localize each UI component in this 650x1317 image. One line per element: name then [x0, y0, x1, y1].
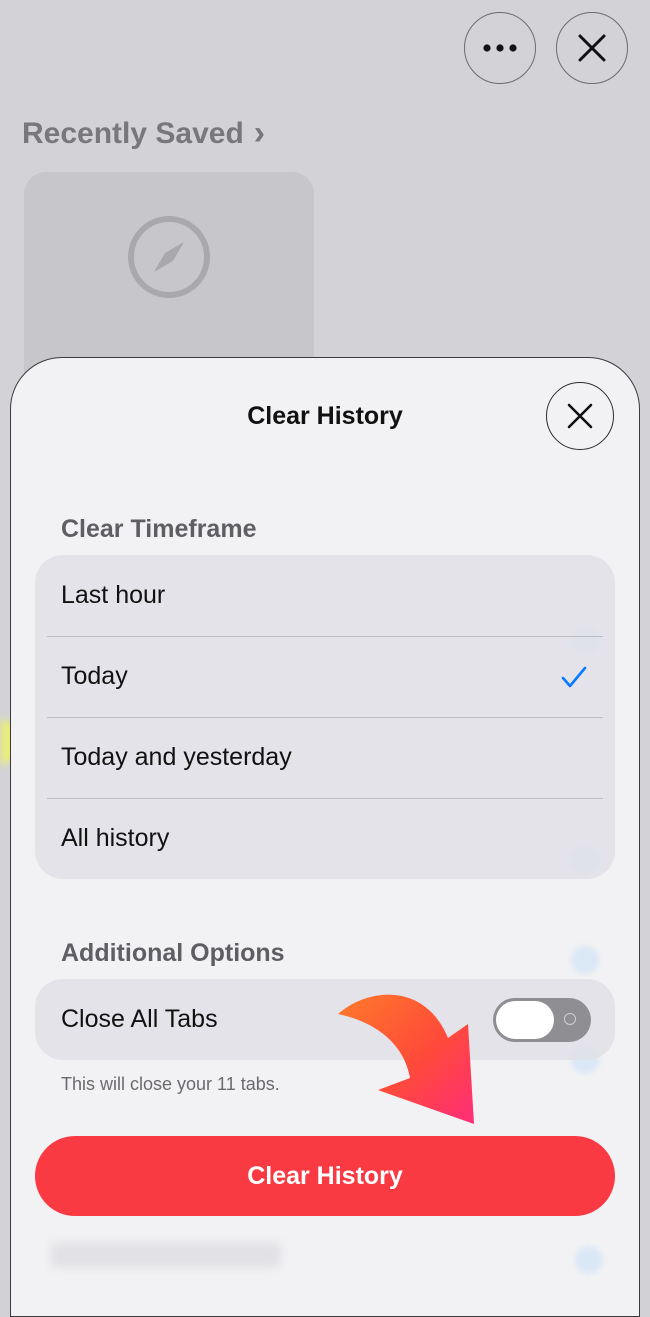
close-all-tabs-row: Close All Tabs	[35, 979, 615, 1060]
sheet-title: Clear History	[247, 402, 403, 430]
close-all-tabs-label: Close All Tabs	[61, 1005, 218, 1033]
toggle-off-indicator	[564, 1012, 576, 1025]
more-options-button[interactable]	[464, 12, 536, 84]
timeframe-option-today[interactable]: Today	[35, 636, 615, 717]
clear-history-button[interactable]: Clear History	[35, 1136, 615, 1216]
option-label: All history	[61, 824, 170, 852]
timeframe-option-last-hour[interactable]: Last hour	[35, 555, 615, 636]
clear-history-sheet: Clear History Clear Timeframe Last hour …	[10, 357, 640, 1317]
timeframe-section-label: Clear Timeframe	[61, 515, 257, 543]
checkmark-icon	[561, 666, 587, 687]
additional-options-section-label: Additional Options	[61, 939, 285, 967]
timeframe-options-list: Last hour Today Today and yesterday All …	[35, 555, 615, 879]
blurred-background-dot	[571, 946, 599, 974]
timeframe-option-today-and-yesterday[interactable]: Today and yesterday	[35, 717, 615, 798]
timeframe-option-all-history[interactable]: All history	[35, 798, 615, 879]
chevron-right-icon: ›	[253, 114, 266, 152]
recently-saved-label: Recently Saved	[22, 116, 244, 150]
annotation-arrow-icon	[338, 994, 474, 1124]
ellipsis-icon	[483, 44, 517, 52]
option-label: Today and yesterday	[61, 743, 292, 771]
recently-saved-heading[interactable]: Recently Saved ›	[22, 114, 265, 153]
blurred-background-dot	[575, 1246, 603, 1274]
close-all-tabs-toggle[interactable]	[493, 997, 591, 1042]
compass-icon	[128, 216, 210, 298]
close-icon	[578, 34, 606, 62]
additional-options-list: Close All Tabs	[35, 979, 615, 1060]
option-label: Today	[61, 662, 128, 690]
background-close-button[interactable]	[556, 12, 628, 84]
close-icon	[567, 403, 593, 429]
sheet-close-button[interactable]	[546, 382, 614, 450]
option-label: Last hour	[61, 581, 166, 609]
toggle-knob	[496, 1000, 554, 1039]
close-tabs-note: This will close your 11 tabs.	[61, 1074, 280, 1094]
blurred-background-row	[51, 1242, 281, 1268]
